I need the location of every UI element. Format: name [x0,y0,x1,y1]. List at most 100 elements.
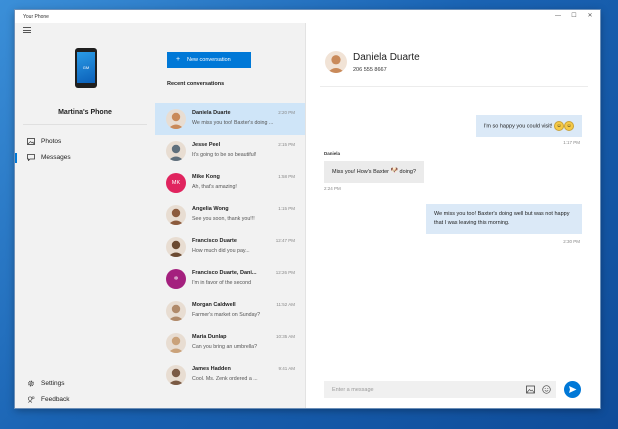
avatar [166,301,186,321]
smile-emoji-icon: ☺ [554,121,564,131]
sidebar-item-label: Settings [41,380,65,387]
plus-icon: + [176,56,181,63]
chat-pane: Daniela Duarte 206 555 8667 I'm so happy… [306,23,600,408]
contact-name: James Hadden [192,366,231,372]
compose-box [324,381,556,398]
new-conversation-button[interactable]: + New conversation [167,52,251,68]
conversation-item[interactable]: Daniela Duarte 2:20 PM We miss you too! Ba… [155,103,305,135]
conversation-item[interactable]: MK Mike Kong 1:58 PM Ah, that's amazing! [155,167,305,199]
avatar [166,141,186,161]
messages-icon [27,154,35,161]
conversation-item[interactable]: Morgan Caldwell 11:52 AM Farmer's market o… [155,295,305,327]
window-title: Your Phone [23,14,49,20]
contact-phone: 206 555 8667 [353,67,387,73]
avatar-initials: MK [171,180,181,186]
message-text: We miss you too! Baxter's doing well but… [434,211,570,226]
attach-image-icon[interactable] [526,385,535,394]
message-preview: It's going to be so beautiful! [192,152,257,158]
conversation-item[interactable]: James Hadden 9:41 AM Cool. Ms. Zenk ordere… [155,359,305,391]
conversation-item[interactable]: ✲ Francisco Duarte, Dani... 12:26 PM I'm in… [155,263,305,295]
message-preview: I'm in favor of the second [192,280,252,286]
message-bubble-outgoing: We miss you too! Baxter's doing well but… [426,204,582,234]
message-bubble-outgoing: I'm so happy you could visit! ☺ ☺ [475,115,582,138]
message-text: doing? [399,168,417,175]
message-preview: Cool. Ms. Zenk ordered a ... [192,376,258,382]
avatar [166,205,186,225]
sidebar: GM Martina's Phone Photos Messages Setti… [15,23,155,408]
message-input[interactable] [324,381,514,398]
sidebar-item-label: Messages [41,154,71,161]
phone-screen: GM [77,52,95,83]
avatar: ✲ [166,269,186,289]
recent-conversations-header: Recent conversations [167,81,225,87]
sidebar-item-label: Photos [41,138,62,145]
new-conversation-label: New conversation [187,57,231,63]
contact-name: Daniela Duarte [192,110,231,116]
contact-name: Daniela Duarte [353,52,420,63]
selected-indicator [15,153,17,163]
conversation-time: 9:41 AM [278,366,295,371]
message-text: I'm so happy you could visit! [483,123,553,130]
conversation-time: 10:35 AM [275,334,295,339]
contact-name: Maria Dunlap [192,334,227,340]
message-sender: Daniela [324,151,341,156]
minimize-button[interactable]: — [551,12,565,21]
contact-name: Angelia Wong [192,206,229,212]
conversation-time: 12:26 PM [275,270,295,275]
contact-name: Mike Kong [192,174,220,180]
sidebar-divider [23,124,147,125]
phone-name: Martina's Phone [58,109,112,116]
sidebar-item-messages[interactable]: Messages [15,151,155,165]
avatar [166,365,186,385]
send-button[interactable] [564,381,581,398]
sidebar-item-photos[interactable]: Photos [15,135,155,149]
message-preview: How much did you pay... [192,248,250,254]
conversation-item[interactable]: Maria Dunlap 10:35 AM Can you bring an umb… [155,327,305,359]
chat-header-divider [320,86,588,87]
conversation-list-pane: + New conversation Recent conversations … [155,23,306,408]
conversation-time: 1:15 PM [278,206,295,211]
send-icon [569,386,577,393]
contact-avatar [325,51,347,73]
message-time: 2:24 PM [324,186,341,191]
conversation-time: 12:47 PM [275,238,295,243]
sidebar-item-feedback[interactable]: Feedback [15,393,155,407]
conversation-time: 11:52 AM [276,302,295,307]
title-bar: Your Phone — ☐ ✕ [15,10,600,23]
gear-icon [28,380,34,387]
message-text: Miss you! How's Baxter [332,168,389,175]
conversation-item[interactable]: Francisco Duarte 12:47 PM How much did you… [155,231,305,263]
message-preview: Ah, that's amazing! [192,184,237,190]
sidebar-item-settings[interactable]: Settings [15,377,155,391]
contact-name: Francisco Duarte [192,238,237,244]
message-bubble-incoming: Miss you! How's Baxter 🐶 doing? [324,161,425,183]
message-preview: Can you bring an umbrella? [192,344,258,350]
contact-name: Morgan Caldwell [192,302,236,308]
avatar [166,109,186,129]
conversation-item[interactable]: Jesse Peel 2:15 PM It's going to be so bea… [155,135,305,167]
maximize-button[interactable]: ☐ [567,12,581,21]
avatar: MK [166,173,186,193]
app-window: Your Phone — ☐ ✕ GM Martina's Phone Phot… [15,10,600,408]
sidebar-item-label: Feedback [41,396,70,403]
emoji-picker-icon[interactable] [542,385,551,394]
conversation-time: 1:58 PM [278,174,295,179]
conversation-time: 2:15 PM [278,142,295,147]
smile-emoji-icon: ☺ [564,121,574,131]
dog-emoji-icon: 🐶 [390,168,398,174]
conversation-time: 2:20 PM [278,110,295,115]
avatar [166,333,186,353]
conversation-item[interactable]: Angelia Wong 1:15 PM See you soon, thank y… [155,199,305,231]
message-preview: We miss you too! Baxter's doing ... [192,120,274,126]
contact-name: Jesse Peel [192,142,221,148]
avatar [166,237,186,257]
message-time: 1:17 PM [563,140,580,145]
feedback-icon [28,396,35,403]
close-button[interactable]: ✕ [583,12,597,21]
contact-name: Francisco Duarte, Dani... [192,270,257,276]
message-time: 2:30 PM [563,239,580,244]
message-preview: See you soon, thank you!!! [192,216,255,222]
avatar-initials: ✲ [173,276,179,282]
photos-icon [27,138,35,145]
hamburger-menu-icon[interactable] [23,27,31,33]
